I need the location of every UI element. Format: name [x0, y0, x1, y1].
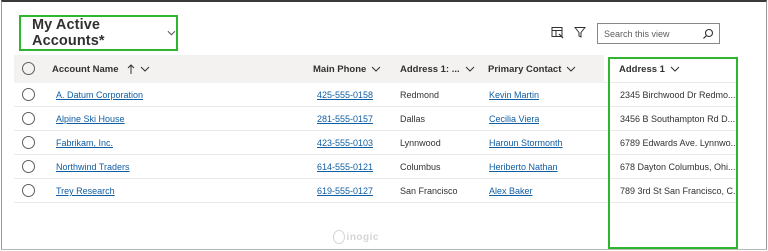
city-cell: Lynnwood	[400, 138, 441, 148]
column-header-address-city[interactable]: Address 1: ...	[400, 55, 475, 83]
main-phone-link[interactable]: 425-555-0158	[317, 90, 373, 100]
city-cell: Columbus	[400, 162, 441, 172]
column-header-primary-contact[interactable]: Primary Contact	[488, 55, 576, 83]
primary-contact-link[interactable]: Kevin Martin	[489, 90, 539, 100]
watermark: inogic	[333, 226, 379, 248]
column-label: Address 1: ...	[400, 63, 460, 75]
chevron-down-icon	[140, 66, 149, 72]
chevron-down-icon	[465, 66, 475, 72]
edit-columns-icon[interactable]	[551, 26, 564, 39]
watermark-logo-icon	[333, 230, 345, 244]
address-cell: 678 Dayton Columbus, Ohi...	[620, 162, 736, 172]
watermark-text: inogic	[346, 231, 379, 243]
table-row[interactable]: Northwind Traders 614-555-0121 Columbus …	[14, 155, 738, 179]
view-selector[interactable]: My Active Accounts*	[19, 15, 178, 51]
chevron-down-icon	[567, 66, 576, 72]
row-select-radio[interactable]	[22, 136, 35, 149]
account-name-link[interactable]: Trey Research	[56, 186, 115, 196]
filter-icon[interactable]	[574, 26, 586, 39]
row-select-radio[interactable]	[22, 88, 35, 101]
row-select-radio[interactable]	[22, 160, 35, 173]
address-cell: 789 3rd St San Francisco, C...	[620, 186, 738, 196]
column-label: Main Phone	[313, 63, 367, 75]
address-cell: 3456 B Southampton Rd D...	[620, 114, 736, 124]
select-all-radio[interactable]	[22, 62, 35, 75]
primary-contact-link[interactable]: Heriberto Nathan	[489, 162, 558, 172]
table-row[interactable]: Alpine Ski House 281-555-0157 Dallas Cec…	[14, 107, 738, 131]
column-header-account-name[interactable]: Account Name	[52, 55, 150, 83]
main-phone-link[interactable]: 619-555-0127	[317, 186, 373, 196]
column-label: Account Name	[52, 63, 119, 75]
account-name-link[interactable]: Northwind Traders	[56, 162, 130, 172]
account-name-link[interactable]: A. Datum Corporation	[56, 90, 143, 100]
search-icon[interactable]	[702, 28, 714, 40]
column-header-address-1[interactable]: Address 1	[619, 55, 680, 83]
address-cell: 2345 Birchwood Dr Redmo...	[620, 90, 736, 100]
column-label: Primary Contact	[488, 63, 562, 75]
row-select-radio[interactable]	[22, 112, 35, 125]
search-input[interactable]	[598, 28, 702, 39]
view-title: My Active Accounts*	[32, 17, 105, 49]
main-phone-link[interactable]: 614-555-0121	[317, 162, 373, 172]
table-row[interactable]: A. Datum Corporation 425-555-0158 Redmon…	[14, 83, 738, 107]
sort-ascending-icon	[127, 63, 134, 74]
account-name-link[interactable]: Fabrikam, Inc.	[56, 138, 113, 148]
city-cell: Redmond	[400, 90, 440, 100]
main-phone-link[interactable]: 281-555-0157	[317, 114, 373, 124]
accounts-grid: Account Name Main Phone Address 1: ... P…	[14, 55, 738, 203]
table-row[interactable]: Trey Research 619-555-0127 San Francisco…	[14, 179, 738, 203]
column-label: Address 1	[619, 63, 665, 75]
search-box[interactable]	[597, 23, 720, 44]
row-select-radio[interactable]	[22, 184, 35, 197]
address-cell: 6789 Edwards Ave. Lynnwo...	[620, 138, 738, 148]
primary-contact-link[interactable]: Alex Baker	[489, 186, 533, 196]
account-name-link[interactable]: Alpine Ski House	[56, 114, 125, 124]
chevron-down-icon	[670, 66, 680, 72]
primary-contact-link[interactable]: Cecilia Viera	[489, 114, 539, 124]
primary-contact-link[interactable]: Haroun Stormonth	[489, 138, 563, 148]
city-cell: San Francisco	[400, 186, 458, 196]
grid-header-row: Account Name Main Phone Address 1: ... P…	[14, 55, 738, 83]
column-header-main-phone[interactable]: Main Phone	[313, 55, 381, 83]
chevron-down-icon	[167, 30, 176, 36]
city-cell: Dallas	[400, 114, 426, 124]
main-phone-link[interactable]: 423-555-0103	[317, 138, 373, 148]
chevron-down-icon	[371, 66, 381, 72]
table-row[interactable]: Fabrikam, Inc. 423-555-0103 Lynnwood Har…	[14, 131, 738, 155]
